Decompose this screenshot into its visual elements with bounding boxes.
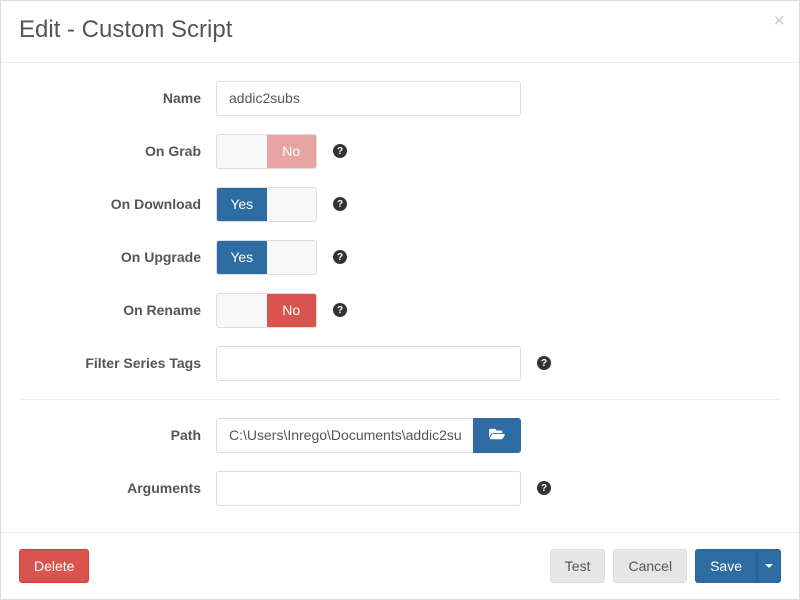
help-icon[interactable]: ?: [333, 197, 347, 211]
label-on-upgrade: On Upgrade: [19, 249, 216, 265]
help-icon[interactable]: ?: [537, 481, 551, 495]
section-divider: [19, 399, 781, 400]
toggle-on-grab-no: No: [267, 135, 317, 168]
label-arguments: Arguments: [19, 480, 216, 496]
toggle-on-download-no: [267, 188, 317, 221]
help-icon[interactable]: ?: [537, 356, 551, 370]
label-on-download: On Download: [19, 196, 216, 212]
folder-open-icon: [488, 427, 506, 444]
label-path: Path: [19, 427, 216, 443]
row-on-upgrade: On Upgrade Yes ?: [19, 240, 781, 275]
modal-footer: Delete Test Cancel Save: [1, 532, 799, 599]
save-button[interactable]: Save: [695, 549, 757, 583]
help-icon[interactable]: ?: [333, 250, 347, 264]
caret-down-icon: [765, 564, 773, 568]
modal-body: Name On Grab No ? On Download Yes: [1, 63, 799, 506]
row-on-rename: On Rename No ?: [19, 293, 781, 328]
toggle-on-rename-no: No: [267, 294, 317, 327]
row-name: Name: [19, 81, 781, 116]
label-on-rename: On Rename: [19, 302, 216, 318]
toggle-on-grab-yes: [217, 135, 267, 168]
save-dropdown-toggle[interactable]: [757, 549, 781, 583]
row-filter-tags: Filter Series Tags ?: [19, 346, 781, 381]
toggle-on-rename[interactable]: No: [216, 293, 317, 328]
row-path: Path: [19, 418, 781, 453]
footer-right-buttons: Test Cancel Save: [550, 549, 781, 583]
modal-title: Edit - Custom Script: [19, 16, 779, 45]
label-filter-tags: Filter Series Tags: [19, 355, 216, 371]
edit-custom-script-modal: Edit - Custom Script × Name On Grab No ?…: [0, 0, 800, 600]
toggle-on-rename-yes: [217, 294, 267, 327]
row-on-grab: On Grab No ?: [19, 134, 781, 169]
toggle-on-download[interactable]: Yes: [216, 187, 317, 222]
help-icon[interactable]: ?: [333, 144, 347, 158]
modal-header: Edit - Custom Script ×: [1, 1, 799, 63]
label-on-grab: On Grab: [19, 143, 216, 159]
toggle-on-grab[interactable]: No: [216, 134, 317, 169]
path-input[interactable]: [216, 418, 473, 453]
close-icon[interactable]: ×: [773, 11, 785, 31]
row-arguments: Arguments ?: [19, 471, 781, 506]
toggle-on-download-yes: Yes: [217, 188, 267, 221]
help-icon[interactable]: ?: [333, 303, 347, 317]
browse-button[interactable]: [473, 418, 521, 453]
delete-button[interactable]: Delete: [19, 549, 89, 583]
label-name: Name: [19, 90, 216, 106]
filter-tags-input[interactable]: [216, 346, 521, 381]
toggle-on-upgrade-no: [267, 241, 317, 274]
toggle-on-upgrade[interactable]: Yes: [216, 240, 317, 275]
cancel-button[interactable]: Cancel: [613, 549, 687, 583]
arguments-input[interactable]: [216, 471, 521, 506]
row-on-download: On Download Yes ?: [19, 187, 781, 222]
name-input[interactable]: [216, 81, 521, 116]
test-button[interactable]: Test: [550, 549, 606, 583]
save-split-button: Save: [695, 549, 781, 583]
toggle-on-upgrade-yes: Yes: [217, 241, 267, 274]
path-input-group: [216, 418, 521, 453]
